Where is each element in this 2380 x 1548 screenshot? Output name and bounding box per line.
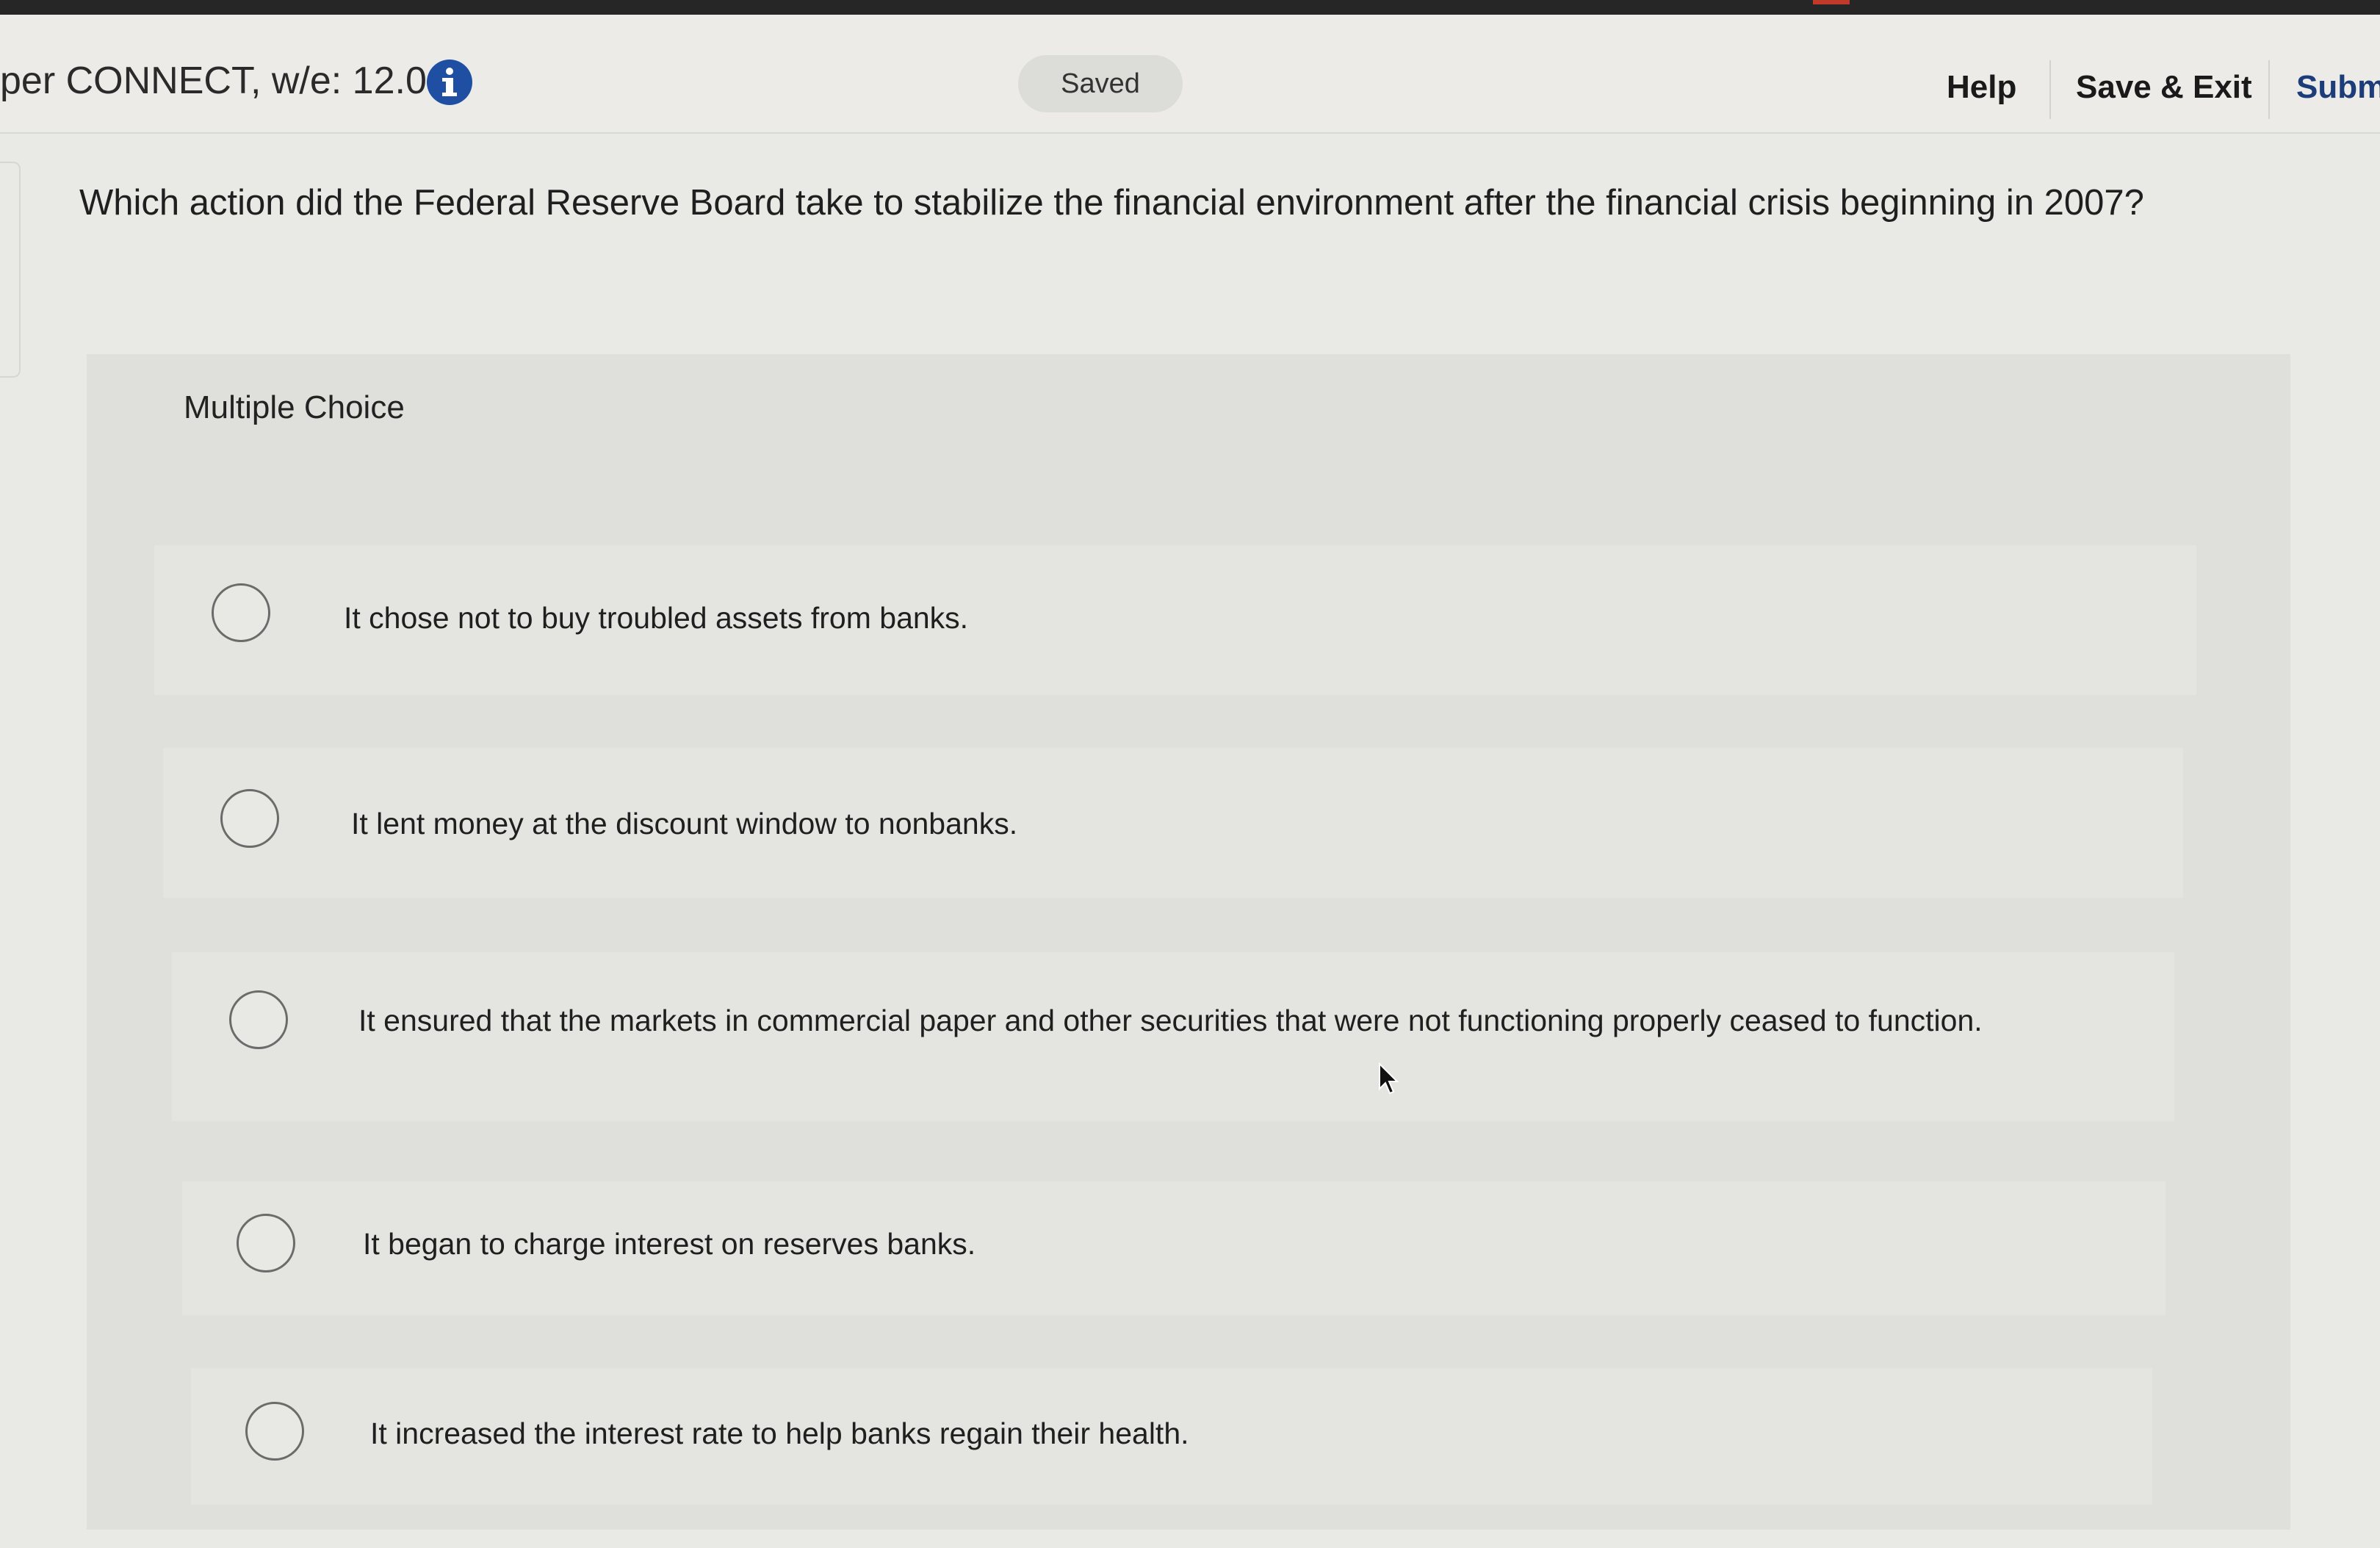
mouse-pointer-icon <box>1379 1062 1399 1095</box>
answer-option-text: It lent money at the discount window to … <box>351 807 1018 840</box>
side-panel-edge <box>0 162 21 378</box>
radio-button[interactable] <box>212 583 270 642</box>
radio-button[interactable] <box>237 1214 295 1272</box>
help-button[interactable]: Help <box>1947 69 2016 106</box>
top-window-bar <box>0 0 2380 15</box>
answer-option-text: It began to charge interest on reserves … <box>363 1227 976 1261</box>
multiple-choice-panel <box>87 354 2290 1530</box>
answer-option-text: It ensured that the markets in commercia… <box>358 1004 1983 1037</box>
header-divider <box>2268 60 2270 119</box>
answer-option[interactable]: It chose not to buy troubled assets from… <box>154 545 2196 695</box>
radio-button[interactable] <box>220 789 279 848</box>
answer-option[interactable]: It ensured that the markets in commercia… <box>172 952 2174 1121</box>
answer-option[interactable]: It lent money at the discount window to … <box>163 748 2183 898</box>
answer-option[interactable]: It increased the interest rate to help b… <box>191 1368 2152 1505</box>
saved-status-badge: Saved <box>1018 55 1183 112</box>
assignment-title: per CONNECT, w/e: 12.01 <box>0 60 448 102</box>
answer-option[interactable]: It began to charge interest on reserves … <box>182 1181 2166 1315</box>
answer-option-text: It increased the interest rate to help b… <box>370 1416 1189 1450</box>
radio-button[interactable] <box>229 990 288 1049</box>
info-icon[interactable] <box>426 59 473 106</box>
assignment-header: per CONNECT, w/e: 12.01 Saved Help Save … <box>0 15 2380 134</box>
browser-indicator <box>1813 0 1850 4</box>
answer-option-text: It chose not to buy troubled assets from… <box>344 601 969 635</box>
header-divider <box>2049 60 2051 119</box>
question-type-label: Multiple Choice <box>184 389 405 425</box>
save-exit-button[interactable]: Save & Exit <box>2076 69 2252 106</box>
submit-button[interactable]: Subm <box>2296 69 2380 106</box>
radio-button[interactable] <box>245 1402 304 1461</box>
question-prompt: Which action did the Federal Reserve Boa… <box>79 183 2144 223</box>
